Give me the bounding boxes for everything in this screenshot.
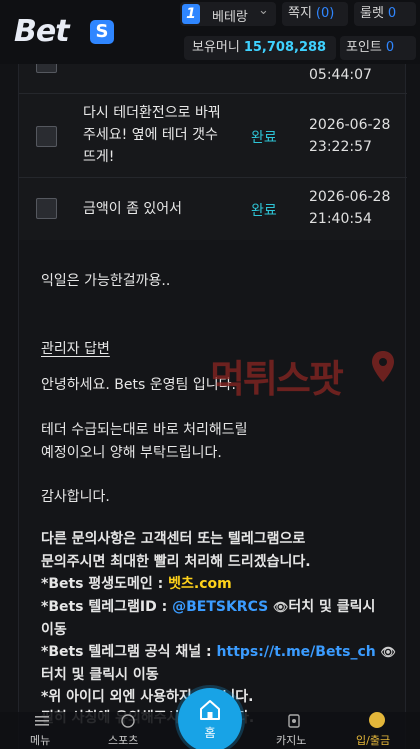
admin-reply-heading: 관리자 답변: [41, 341, 110, 357]
nav-menu-label: 메뉴: [30, 734, 51, 747]
domain-link[interactable]: 벳츠.com: [168, 576, 232, 592]
roulette-button[interactable]: 룰렛 0: [354, 2, 416, 26]
row-checkbox[interactable]: [36, 198, 57, 219]
status-badge: 완료: [251, 130, 277, 146]
home-icon: [200, 700, 220, 720]
ball-icon: [121, 714, 135, 728]
rank-selector[interactable]: 1 베테랑 ⌄: [180, 2, 276, 26]
messages-button[interactable]: 쪽지 (0): [282, 2, 348, 26]
money-value: 15,708,288: [243, 40, 327, 55]
row-datetime: 2026-06-28 23:22:57: [309, 114, 405, 158]
page: Bet S 1 베테랑 ⌄ 쪽지 (0) 룰렛 0 보유머니 15,708,288 포…: [0, 0, 420, 749]
telegram-id-line: *Bets 텔레그램ID : @BETSKRCS 👁터치 및 클릭시: [41, 596, 375, 616]
telegram-id-link[interactable]: @BETSKRCS: [172, 599, 268, 615]
table-row[interactable]: 다시 테더환전으로 바꿔 주세요! 옆에 테더 갯수 뜨게! 완료 2026-0…: [19, 94, 407, 178]
logo-badge: S: [90, 20, 114, 44]
rank-number: 1: [182, 4, 200, 24]
bets-logo[interactable]: Bet S: [14, 12, 114, 49]
inquiry-detail: 익일은 가능한걸까용.. 관리자 답변 안녕하세요. Bets 운영팀 입니다.…: [18, 240, 406, 749]
row-title-line: 다시 테더환전으로 바꿔: [83, 105, 221, 121]
watermark-text: 먹튀스팟: [210, 357, 344, 401]
home-label: 홈: [204, 726, 216, 740]
money-display: 보유머니 15,708,288: [184, 36, 336, 60]
row-time: 05:44:07: [309, 67, 372, 83]
status-badge: 완료: [251, 203, 277, 219]
money-label: 보유머니: [192, 40, 240, 55]
nav-menu[interactable]: 메뉴: [22, 712, 62, 749]
domain-line: *Bets 평생도메인 : 벳츠.com: [41, 573, 232, 593]
nav-casino[interactable]: 카지노: [270, 712, 320, 749]
nav-sports-label: 스포츠: [108, 734, 139, 747]
telegram-channel-line: *Bets 텔레그램 공식 채널 : https://t.me/Bets_ch …: [41, 641, 396, 661]
table-row[interactable]: 05:44:07: [19, 52, 407, 94]
eye-icon: 👁: [380, 645, 396, 659]
chevron-down-icon: ⌄: [258, 3, 269, 18]
inquiry-table: 05:44:07 다시 테더환전으로 바꿔 주세요! 옆에 테더 갯수 뜨게! …: [18, 52, 407, 240]
domain-label: *Bets 평생도메인 :: [41, 576, 169, 592]
nav-deposit-label: 입/출금: [356, 734, 391, 747]
roulette-label: 룰렛: [360, 6, 384, 21]
points-display[interactable]: 포인트 0: [340, 36, 416, 60]
nav-casino-label: 카지노: [276, 734, 307, 747]
row-title[interactable]: 금액이 좀 있어서: [83, 198, 243, 220]
row-time: 23:22:57: [309, 139, 372, 155]
points-label: 포인트: [346, 40, 382, 55]
row-date: 2026-06-28: [309, 117, 391, 133]
telegram-channel-line-2: 터치 및 클릭시 이동: [41, 667, 159, 683]
row-datetime: 2026-06-28 21:40:54: [309, 186, 405, 230]
telegram-id-suffix: 터치 및 클릭시: [288, 599, 376, 615]
reply-line: 예정이오니 양해 부탁드립니다.: [41, 445, 222, 461]
roulette-count: 0: [387, 6, 397, 21]
reply-greeting: 안녕하세요. Bets 운영팀 입니다.: [41, 377, 236, 393]
cards-icon: [288, 714, 300, 728]
row-checkbox[interactable]: [36, 126, 57, 147]
top-header: Bet S 1 베테랑 ⌄ 쪽지 (0) 룰렛 0 보유머니 15,708,288 포…: [0, 0, 420, 64]
telegram-channel-label: *Bets 텔레그램 공식 채널 :: [41, 644, 217, 660]
reply-thanks: 감사합니다.: [41, 489, 110, 505]
notice-line: 다른 문의사항은 고객센터 또는 텔레그램으로: [41, 531, 306, 547]
row-title-line: 주세요! 옆에 테더 갯수: [83, 127, 218, 143]
row-date: 2026-06-28: [309, 189, 391, 205]
coin-icon: [369, 712, 385, 728]
messages-count: (0): [315, 6, 335, 21]
telegram-id-line-2: 이동: [41, 622, 67, 638]
watermark: 먹튀스팟: [210, 342, 410, 402]
nav-sports[interactable]: 스포츠: [104, 712, 154, 749]
table-row[interactable]: 금액이 좀 있어서 완료 2026-06-28 21:40:54: [19, 178, 407, 240]
telegram-channel-link[interactable]: https://t.me/Bets_ch: [217, 644, 376, 660]
reply-line: 테더 수급되는대로 바로 처리해드릴: [41, 422, 248, 438]
points-value: 0: [385, 40, 395, 55]
question-text: 익일은 가능한걸까용..: [41, 273, 171, 289]
location-pin-icon: [372, 351, 394, 382]
messages-label: 쪽지: [288, 6, 312, 21]
row-time: 21:40:54: [309, 211, 372, 227]
menu-icon: [35, 716, 49, 726]
eye-icon: 👁: [273, 600, 289, 614]
logo-text: Bet: [14, 14, 70, 49]
rank-label: 베테랑: [212, 10, 248, 25]
home-button[interactable]: 홈: [178, 688, 242, 749]
telegram-id-label: *Bets 텔레그램ID :: [41, 599, 173, 615]
row-title-line: 뜨게!: [83, 149, 115, 165]
row-title[interactable]: 다시 테더환전으로 바꿔 주세요! 옆에 테더 갯수 뜨게!: [83, 102, 243, 168]
notice-line: 문의주시면 최대한 빨리 처리해 드리겠습니다.: [41, 554, 311, 570]
